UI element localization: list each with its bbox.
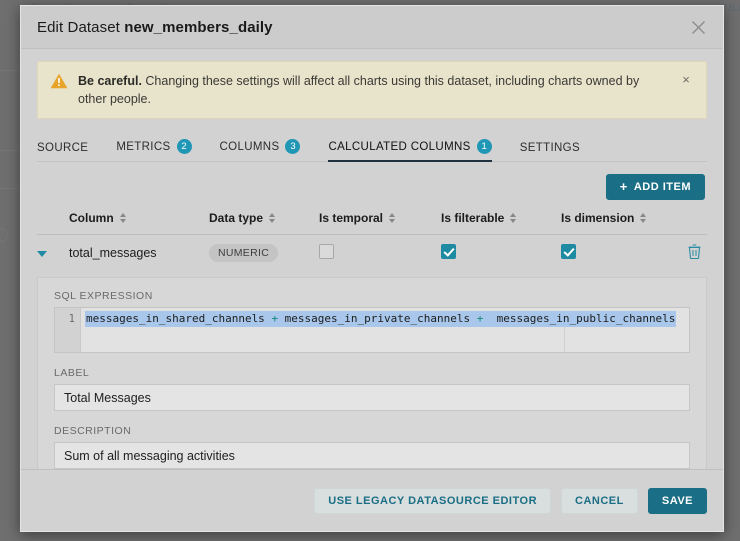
is-dimension-checkbox[interactable] xyxy=(561,244,576,259)
edit-dataset-modal: Edit Dataset new_members_daily Be carefu… xyxy=(20,5,724,532)
tab-settings-label: SETTINGS xyxy=(519,142,580,154)
tab-metrics-label: METRICS xyxy=(116,140,171,153)
tab-columns[interactable]: COLUMNS 3 xyxy=(220,139,301,161)
modal-footer: USE LEGACY DATASOURCE EDITOR CANCEL SAVE xyxy=(21,469,723,531)
header-actions xyxy=(671,208,707,235)
calculated-columns-table: Column Data type Is temporal Is filterab… xyxy=(37,208,707,271)
label-input[interactable]: Total Messages xyxy=(54,384,690,411)
cancel-button[interactable]: CANCEL xyxy=(561,487,638,514)
header-is-temporal-label: Is temporal xyxy=(319,211,384,225)
tab-calculated-columns[interactable]: CALCULATED COLUMNS 1 xyxy=(328,139,492,162)
sql-part-ident-3: messages_in_public_channels xyxy=(483,312,676,325)
row-expand-cell xyxy=(37,235,69,272)
row-data-type-cell: NUMERIC xyxy=(209,235,319,272)
header-data-type[interactable]: Data type xyxy=(209,208,319,235)
sql-part-ident-1: messages_in_shared_channels xyxy=(86,312,272,325)
row-is-filterable-cell xyxy=(441,235,561,272)
tab-columns-badge: 3 xyxy=(285,139,301,154)
modal-title-dataset-name: new_members_daily xyxy=(124,18,273,36)
tab-metrics-badge: 2 xyxy=(176,139,192,154)
alert-strong: Be careful. xyxy=(78,74,142,88)
warning-alert: Be careful. Changing these settings will… xyxy=(37,61,707,119)
tab-source-label: SOURCE xyxy=(37,142,89,154)
add-item-button[interactable]: + ADD ITEM xyxy=(605,174,705,200)
page-title: Edit Dataset new_members_daily xyxy=(37,19,273,36)
add-item-label: ADD ITEM xyxy=(633,181,691,193)
plus-icon: + xyxy=(619,179,628,194)
row-is-dimension-cell xyxy=(561,235,671,272)
warning-triangle-icon xyxy=(50,72,72,94)
header-column[interactable]: Column xyxy=(69,208,209,235)
header-expand-spacer xyxy=(37,208,69,235)
sql-part-ident-2: messages_in_private_channels xyxy=(278,312,477,325)
description-field-label: DESCRIPTION xyxy=(54,425,132,437)
row-actions-cell xyxy=(671,235,707,272)
header-is-filterable-label: Is filterable xyxy=(441,211,505,225)
tab-source[interactable]: SOURCE xyxy=(37,142,88,161)
alert-message: Be careful. Changing these settings will… xyxy=(72,72,678,108)
is-temporal-checkbox[interactable] xyxy=(319,244,334,259)
data-type-badge: NUMERIC xyxy=(209,244,279,262)
is-filterable-checkbox[interactable] xyxy=(441,244,456,259)
tab-metrics[interactable]: METRICS 2 xyxy=(116,139,192,161)
calculated-column-detail-panel: SQL EXPRESSION 1 messages_in_shared_chan… xyxy=(37,277,707,469)
sort-icon[interactable] xyxy=(269,213,276,223)
sql-expression-label: SQL EXPRESSION xyxy=(54,290,153,302)
background-rule xyxy=(0,150,18,151)
editor-code-area[interactable]: messages_in_shared_channels + messages_i… xyxy=(81,308,689,352)
caret-down-icon[interactable] xyxy=(37,251,47,257)
close-icon[interactable] xyxy=(687,16,709,38)
modal-body: Be careful. Changing these settings will… xyxy=(21,49,723,469)
editor-divider xyxy=(564,327,565,352)
sort-icon[interactable] xyxy=(510,213,517,223)
row-column-name: total_messages xyxy=(69,246,157,260)
header-is-dimension-label: Is dimension xyxy=(561,211,635,225)
table-header-row: Column Data type Is temporal Is filterab… xyxy=(37,208,707,235)
header-is-filterable[interactable]: Is filterable xyxy=(441,208,561,235)
background-rule xyxy=(0,70,18,71)
tab-columns-label: COLUMNS xyxy=(219,140,280,153)
header-data-type-label: Data type xyxy=(209,211,264,225)
header-column-label: Column xyxy=(69,211,114,225)
sql-expression-text: messages_in_shared_channels + messages_i… xyxy=(85,311,677,327)
table-row: total_messages NUMERIC xyxy=(37,235,707,272)
sort-icon[interactable] xyxy=(119,213,126,223)
background-pill xyxy=(0,228,8,242)
background-rule xyxy=(0,188,18,189)
modal-title-prefix: Edit Dataset xyxy=(37,18,125,36)
save-button[interactable]: SAVE xyxy=(647,487,707,514)
description-input[interactable]: Sum of all messaging activities xyxy=(54,442,690,469)
trash-icon[interactable] xyxy=(688,244,701,262)
alert-dismiss-icon[interactable]: × xyxy=(678,72,694,87)
add-item-row: + ADD ITEM xyxy=(37,162,707,208)
editor-gutter: 1 xyxy=(55,308,81,352)
sort-icon[interactable] xyxy=(640,213,647,223)
header-is-temporal[interactable]: Is temporal xyxy=(319,208,441,235)
sql-expression-editor[interactable]: 1 messages_in_shared_channels + messages… xyxy=(54,307,690,353)
tab-calculated-columns-badge: 1 xyxy=(476,139,492,154)
modal-header: Edit Dataset new_members_daily xyxy=(21,6,723,49)
tab-bar: SOURCE METRICS 2 COLUMNS 3 CALCULATED CO… xyxy=(37,127,707,162)
sort-icon[interactable] xyxy=(389,213,396,223)
use-legacy-datasource-editor-button[interactable]: USE LEGACY DATASOURCE EDITOR xyxy=(314,487,552,514)
tab-calculated-columns-label: CALCULATED COLUMNS xyxy=(328,140,471,153)
tab-settings[interactable]: SETTINGS xyxy=(520,142,580,161)
header-is-dimension[interactable]: Is dimension xyxy=(561,208,671,235)
alert-body: Changing these settings will affect all … xyxy=(78,74,640,106)
row-is-temporal-cell xyxy=(319,235,441,272)
label-field-label: LABEL xyxy=(54,367,90,379)
